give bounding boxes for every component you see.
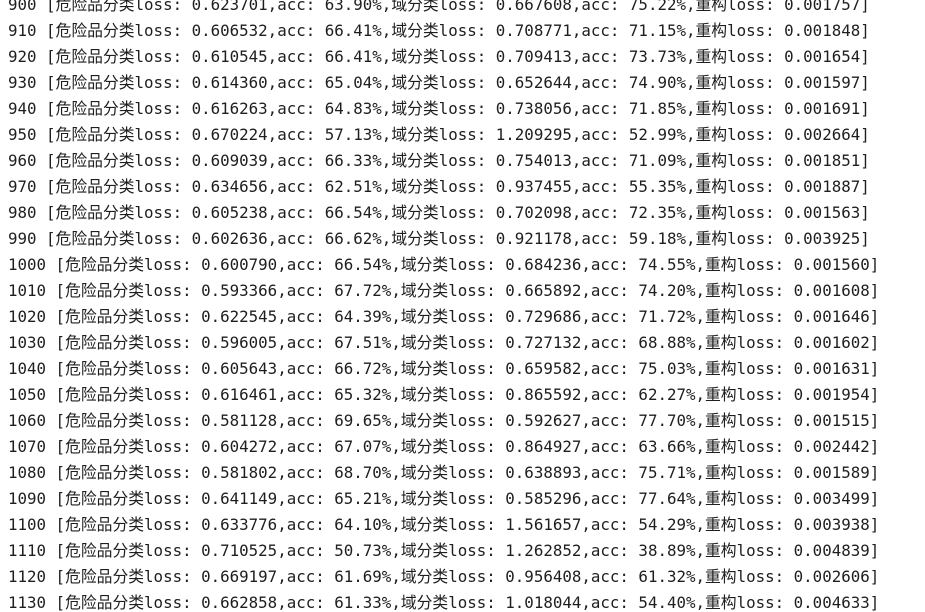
log-line: 900 [危险品分类loss: 0.623701,acc: 63.90%,域分类… [8, 0, 870, 14]
log-line: 990 [危险品分类loss: 0.602636,acc: 66.62%,域分类… [8, 229, 870, 248]
log-line: 1090 [危险品分类loss: 0.641149,acc: 65.21%,域分… [8, 489, 880, 508]
log-line: 1100 [危险品分类loss: 0.633776,acc: 64.10%,域分… [8, 515, 880, 534]
log-line: 1130 [危险品分类loss: 0.662858,acc: 61.33%,域分… [8, 593, 880, 612]
training-log-output: 900 [危险品分类loss: 0.623701,acc: 63.90%,域分类… [0, 0, 925, 612]
log-line: 960 [危险品分类loss: 0.609039,acc: 66.33%,域分类… [8, 151, 870, 170]
log-line: 1040 [危险品分类loss: 0.605643,acc: 66.72%,域分… [8, 359, 880, 378]
log-line: 970 [危险品分类loss: 0.634656,acc: 62.51%,域分类… [8, 177, 870, 196]
log-line: 920 [危险品分类loss: 0.610545,acc: 66.41%,域分类… [8, 47, 870, 66]
log-line: 1030 [危险品分类loss: 0.596005,acc: 67.51%,域分… [8, 333, 880, 352]
log-line: 940 [危险品分类loss: 0.616263,acc: 64.83%,域分类… [8, 99, 870, 118]
log-line: 1050 [危险品分类loss: 0.616461,acc: 65.32%,域分… [8, 385, 880, 404]
log-line: 1120 [危险品分类loss: 0.669197,acc: 61.69%,域分… [8, 567, 880, 586]
log-line: 1010 [危险品分类loss: 0.593366,acc: 67.72%,域分… [8, 281, 880, 300]
log-line: 910 [危险品分类loss: 0.606532,acc: 66.41%,域分类… [8, 21, 870, 40]
log-line: 1020 [危险品分类loss: 0.622545,acc: 64.39%,域分… [8, 307, 880, 326]
log-line: 930 [危险品分类loss: 0.614360,acc: 65.04%,域分类… [8, 73, 870, 92]
log-line: 1110 [危险品分类loss: 0.710525,acc: 50.73%,域分… [8, 541, 880, 560]
log-line: 950 [危险品分类loss: 0.670224,acc: 57.13%,域分类… [8, 125, 870, 144]
log-line: 1070 [危险品分类loss: 0.604272,acc: 67.07%,域分… [8, 437, 880, 456]
log-line: 1000 [危险品分类loss: 0.600790,acc: 66.54%,域分… [8, 255, 880, 274]
log-line: 980 [危险品分类loss: 0.605238,acc: 66.54%,域分类… [8, 203, 870, 222]
log-line: 1080 [危险品分类loss: 0.581802,acc: 68.70%,域分… [8, 463, 880, 482]
log-line: 1060 [危险品分类loss: 0.581128,acc: 69.65%,域分… [8, 411, 880, 430]
